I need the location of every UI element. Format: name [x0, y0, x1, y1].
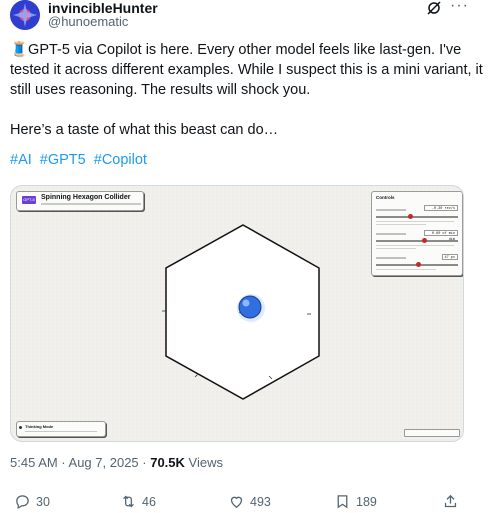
- control-value-box[interactable]: -0.30 rev/s: [424, 205, 458, 211]
- control-label: [376, 257, 406, 259]
- control-note: [376, 224, 426, 226]
- slider-thumb[interactable]: [408, 214, 413, 219]
- repost-button[interactable]: 46: [120, 493, 156, 510]
- avatar[interactable]: [10, 0, 40, 30]
- control-slider[interactable]: [376, 238, 458, 243]
- control-note: [376, 245, 454, 247]
- app-title: Spinning Hexagon Collider: [41, 194, 131, 201]
- author-handle[interactable]: @hunoematic: [48, 14, 128, 29]
- reply-button[interactable]: 30: [14, 493, 50, 510]
- hashtags: #AI #GPT5 #Copilot: [10, 150, 486, 170]
- post-meta: 5:45 AM · Aug 7, 2025 · 70.5K Views: [10, 455, 223, 470]
- control-slider[interactable]: [376, 214, 458, 219]
- reply-icon: [16, 495, 29, 510]
- bookmark-count: 189: [356, 494, 377, 509]
- thinking-mode-card: Thinking Mode: [16, 421, 106, 437]
- post-timestamp[interactable]: 5:45 AM · Aug 7, 2025 ·: [10, 455, 147, 470]
- slider-thumb[interactable]: [416, 262, 421, 267]
- hashtag-link[interactable]: #AI: [10, 152, 32, 168]
- post-line-2: Here’s a taste of what this beast can do…: [10, 122, 279, 138]
- status-tag: [404, 429, 460, 437]
- hashtag-link[interactable]: #Copilot: [94, 152, 147, 168]
- thinking-subtext-line: [25, 431, 97, 433]
- controls-panel: Controls -0.30 rev/s 0.60 of min dim 47 …: [371, 191, 463, 276]
- grok-icon[interactable]: [426, 0, 442, 16]
- controls-title: Controls: [376, 195, 395, 200]
- gpt-badge: GPT-5: [22, 196, 36, 204]
- media-image[interactable]: GPT-5 Spinning Hexagon Collider Controls…: [10, 185, 464, 442]
- heart-icon: [230, 496, 243, 508]
- like-button[interactable]: 493: [228, 493, 271, 510]
- avatar-image: [10, 0, 40, 30]
- views-count: 70.5K: [150, 455, 185, 470]
- control-note: [376, 269, 436, 271]
- control-note: [376, 221, 454, 223]
- post-text: 🧵GPT-5 via Copilot is here. Every other …: [10, 40, 486, 170]
- ball-highlight: [242, 299, 250, 307]
- bookmark-icon: [337, 495, 348, 509]
- post-line-1: 🧵GPT-5 via Copilot is here. Every other …: [10, 42, 483, 98]
- hexagon-tick: [194, 373, 199, 378]
- repost-count: 46: [142, 494, 156, 509]
- control-note: [376, 248, 416, 250]
- thinking-label: Thinking Mode: [25, 424, 54, 429]
- bookmark-button[interactable]: 189: [334, 493, 377, 510]
- thinking-indicator-icon: [19, 426, 22, 429]
- ball: [238, 295, 262, 319]
- control-value-box[interactable]: 0.60 of min dim: [424, 230, 458, 242]
- slider-thumb[interactable]: [422, 238, 427, 243]
- more-options-icon[interactable]: ···: [450, 0, 469, 15]
- reply-count: 30: [36, 494, 50, 509]
- control-slider[interactable]: [376, 262, 458, 267]
- control-label: [376, 209, 406, 211]
- repost-icon: [123, 495, 134, 508]
- app-title-card: GPT-5 Spinning Hexagon Collider: [16, 191, 144, 211]
- hashtag-link[interactable]: #GPT5: [40, 152, 86, 168]
- app-subtitle-line: [41, 203, 141, 205]
- control-value-box[interactable]: 47 px: [442, 254, 458, 260]
- like-count: 493: [250, 494, 271, 509]
- control-label: [376, 233, 406, 235]
- share-button[interactable]: [442, 493, 464, 510]
- action-bar: 30 46 493 189: [0, 493, 494, 513]
- views-label: Views: [188, 455, 223, 470]
- share-icon: [444, 494, 457, 508]
